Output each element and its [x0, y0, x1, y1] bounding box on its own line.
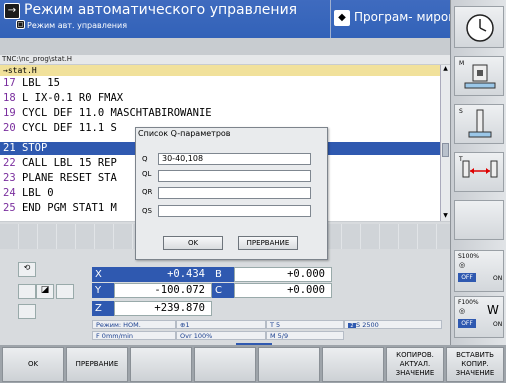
feed-off-indicator: OFF [458, 319, 476, 328]
q-field-label: Q [142, 155, 148, 163]
bottom-softkey-bar: OK ПРЕРВАНИЕ КОПИРОВ. АКТУАЛ. ЗНАЧЕНИЕ В… [0, 345, 506, 383]
axis-x-label: X [92, 267, 114, 282]
tool-info: T 5 [266, 320, 344, 329]
empty-softkey-3[interactable] [130, 347, 192, 382]
ok-softkey[interactable]: OK [2, 347, 64, 382]
scroll-down-icon[interactable]: ▼ [441, 212, 450, 220]
program-file-line: →stat.H [0, 65, 440, 76]
spindle-override-softkey[interactable]: S100% ◎ OFF ON [454, 250, 504, 292]
t-tool-softkey[interactable]: T [454, 152, 504, 192]
qr-field-label: QR [142, 188, 153, 196]
clock-icon [466, 14, 494, 42]
feed-override-softkey[interactable]: F100% ◎ W OFF ON [454, 296, 504, 338]
empty-softkey-4[interactable] [194, 347, 256, 382]
preset-icon[interactable]: ◪ [36, 284, 54, 299]
spindle-override-label: S100% [458, 253, 479, 260]
dialog-title: Список Q-параметров [138, 129, 231, 138]
axis-z-value: +239.870 [114, 301, 212, 316]
feed-wave-icon: W [487, 303, 499, 317]
axis-y-value: -100.072 [114, 283, 212, 298]
header-mode-bar: → Режим автоматического управления □ Реж… [0, 0, 331, 38]
m-function-info: M 5/9 [266, 331, 344, 340]
auto-mode-icon: → [4, 3, 20, 19]
s-label: S [459, 108, 463, 115]
spindle-ccw-icon: ◎ [459, 261, 466, 269]
mode-info: Режим: НОМ. [92, 320, 176, 329]
axis-y-label: Y [92, 283, 114, 298]
empty-right-softkey[interactable] [454, 200, 504, 240]
status-tab-3[interactable] [56, 284, 74, 299]
program-line[interactable]: 19 CYCL DEF 11.0 MASCHTABIROWANIE [0, 107, 440, 120]
spindle-off-indicator: OFF [458, 273, 476, 282]
empty-softkey-6[interactable] [322, 347, 384, 382]
axis-c-label: C [212, 283, 234, 298]
qs-field-label: QS [142, 207, 152, 215]
qr-field-input[interactable] [158, 187, 311, 199]
ql-field-label: QL [142, 170, 152, 178]
copy-actual-value-softkey[interactable]: КОПИРОВ. АКТУАЛ. ЗНАЧЕНИЕ [386, 347, 444, 382]
scroll-up-icon[interactable]: ▲ [441, 65, 450, 73]
empty-softkey-5[interactable] [258, 347, 320, 382]
axis-c-value: +0.000 [234, 283, 332, 298]
m-label: M [459, 60, 465, 67]
feed-on-label: ON [493, 321, 503, 328]
cycle-icon[interactable]: ⟲ [18, 262, 36, 277]
feed-icon: ◎ [459, 307, 466, 315]
axis-b-label: B [212, 267, 234, 282]
scroll-thumb[interactable] [442, 143, 449, 157]
status-tab-1[interactable] [18, 284, 36, 299]
clock-softkey[interactable] [454, 6, 504, 48]
program-line[interactable]: 17 LBL 15 [0, 77, 440, 90]
program-scrollbar[interactable]: ▲ ▼ [440, 65, 450, 221]
q-field-input[interactable]: 30-40,108 [158, 153, 311, 165]
q-parameter-list-dialog: Список Q-параметров Q 30-40,108 QL QR QS… [135, 127, 328, 260]
feed-info: F 0mm/min [92, 331, 176, 340]
s-spindle-softkey[interactable]: S [454, 104, 504, 144]
programming-mode-tab[interactable]: ◆ Програм- мирован… [331, 0, 483, 38]
mode-title: Режим автоматического управления [24, 2, 298, 18]
ql-field-input[interactable] [158, 170, 311, 182]
spindle-info: ⊕1 [176, 320, 266, 329]
program-line[interactable]: 18 L IX-0.1 R0 FMAX [0, 92, 440, 105]
programming-icon: ◆ [334, 10, 350, 26]
speed-info: 2S 2500 [344, 320, 442, 329]
override-info: Ovr 100% [176, 331, 266, 340]
status-tab-4[interactable] [18, 304, 36, 319]
axis-b-value: +0.000 [234, 267, 332, 282]
spindle-on-label: ON [493, 275, 503, 282]
mode-subtitle: Режим авт. управления [27, 21, 128, 30]
single-block-icon: □ [16, 20, 25, 29]
cancel-softkey[interactable]: ПРЕРВАНИЕ [66, 347, 128, 382]
dialog-cancel-button[interactable]: ПРЕРВАНИЕ [238, 236, 298, 250]
qs-field-input[interactable] [158, 205, 311, 217]
feed-override-label: F100% [458, 299, 479, 306]
axis-z-label: Z [92, 301, 114, 316]
insert-copied-value-softkey[interactable]: ВСТАВИТЬ КОПИР. ЗНАЧЕНИЕ [446, 347, 504, 382]
program-path: TNC:\nc_prog\stat.H [0, 55, 450, 64]
right-softkey-panel: M S T S100% ◎ OFF ON F100% ◎ W OFF ON [450, 0, 506, 345]
dialog-ok-button[interactable]: OK [163, 236, 223, 250]
t-label: T [459, 156, 463, 163]
axis-x-value: +0.434 [114, 267, 212, 282]
m-function-softkey[interactable]: M [454, 56, 504, 96]
speed-badge: 2 [348, 323, 356, 328]
file-name: →stat.H [3, 66, 37, 75]
